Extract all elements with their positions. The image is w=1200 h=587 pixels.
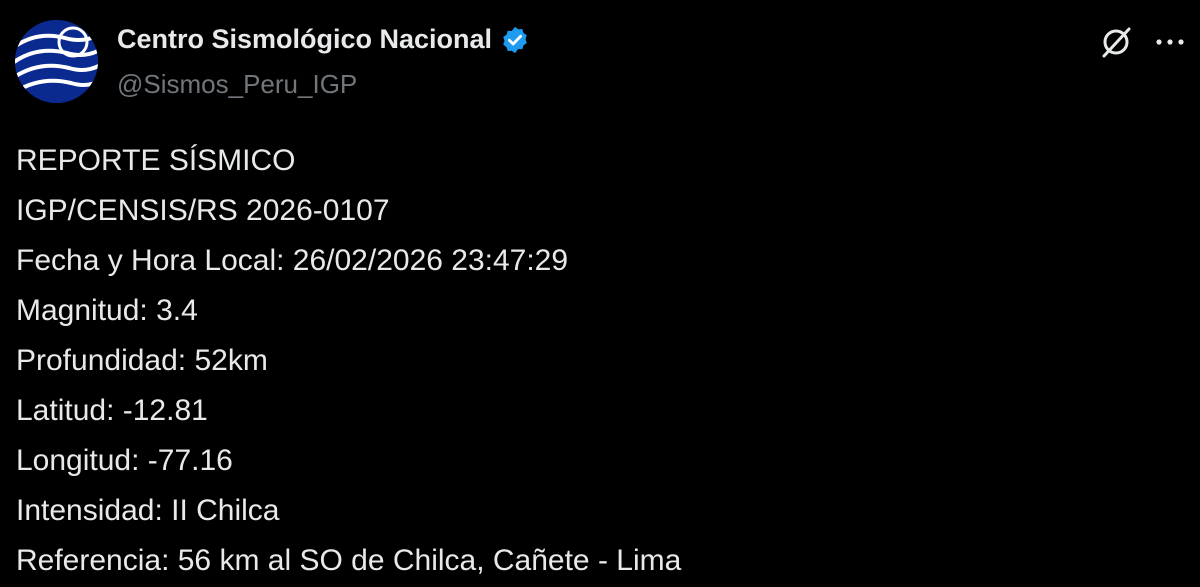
avatar[interactable] [15, 20, 98, 103]
tweet-line-datetime: Fecha y Hora Local: 26/02/2026 23:47:29 [16, 244, 569, 277]
display-name-text: Centro Sismológico Nacional [117, 24, 493, 54]
tweet-text: REPORTE SÍSMICO IGP/CENSIS/RS 2026-0107 … [16, 136, 1186, 586]
tweet-line-magnitude: Magnitud: 3.4 [16, 294, 198, 327]
verified-badge-icon[interactable] [500, 25, 530, 55]
tweet-line-depth: Profundidad: 52km [16, 344, 268, 377]
display-name[interactable]: Centro Sismológico Nacional [117, 24, 530, 55]
tweet-line-latitude: Latitud: -12.81 [16, 394, 208, 427]
grok-icon[interactable] [1096, 22, 1136, 62]
tweet-line-report-id: IGP/CENSIS/RS 2026-0107 [16, 194, 390, 227]
tweet-line-longitude: Longitud: -77.16 [16, 444, 233, 477]
more-options-icon[interactable] [1152, 22, 1188, 62]
user-handle[interactable]: @Sismos_Peru_IGP [117, 69, 357, 100]
tweet-line-intensity: Intensidad: II Chilca [16, 494, 280, 527]
tweet-line-reference: Referencia: 56 km al SO de Chilca, Cañet… [16, 544, 682, 577]
igp-logo-icon [15, 20, 98, 103]
tweet-line-title: REPORTE SÍSMICO [16, 144, 296, 177]
